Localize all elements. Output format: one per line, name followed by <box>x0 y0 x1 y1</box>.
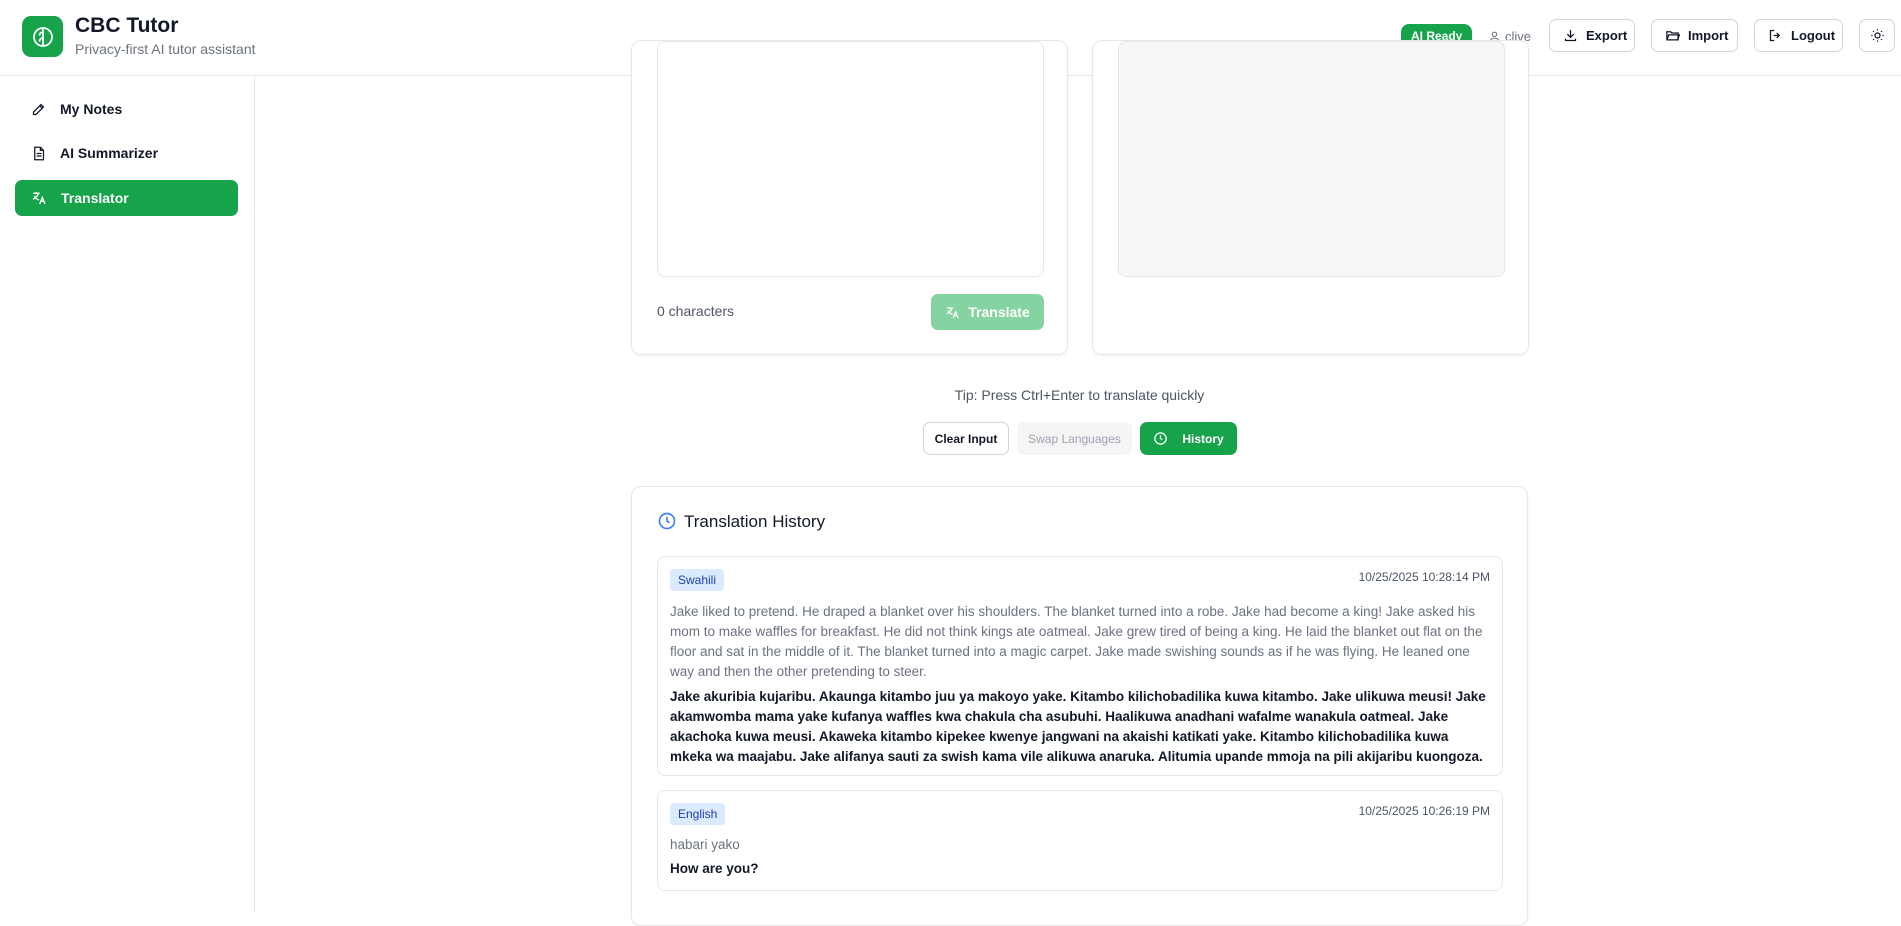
logout-icon <box>1769 29 1781 42</box>
sidebar-item-label: AI Summarizer <box>60 145 159 161</box>
history-button[interactable]: History <box>1140 422 1237 455</box>
history-source-text: Jake liked to pretend. He draped a blank… <box>670 604 1483 679</box>
sidebar-item-ai-summarizer[interactable]: AI Summarizer <box>15 135 238 171</box>
export-button[interactable]: Export <box>1549 19 1635 52</box>
pencil-icon <box>32 103 45 115</box>
swap-languages-label: Swap Languages <box>1028 431 1121 446</box>
clock-icon <box>1154 432 1168 445</box>
document-icon <box>34 146 45 160</box>
sidebar-item-my-notes[interactable]: My Notes <box>15 91 238 127</box>
folder-open-icon <box>1666 31 1680 41</box>
clear-input-label: Clear Input <box>934 431 998 446</box>
download-icon <box>1564 29 1577 42</box>
sun-icon <box>1870 29 1884 42</box>
history-source-text: habari yako <box>670 837 740 852</box>
app-title: CBC Tutor <box>75 14 179 37</box>
sidebar-item-translator[interactable]: Translator <box>15 180 238 216</box>
sidebar-item-label: Translator <box>61 190 129 206</box>
theme-toggle-button[interactable] <box>1859 19 1895 52</box>
export-label: Export <box>1586 28 1628 43</box>
keyboard-tip: Tip: Press Ctrl+Enter to translate quick… <box>954 387 1205 403</box>
translate-button[interactable]: Translate <box>931 294 1044 330</box>
history-entry[interactable]: English 10/25/2025 10:26:19 PM habari ya… <box>657 790 1503 891</box>
logout-label: Logout <box>1791 28 1836 43</box>
sidebar-item-label: My Notes <box>60 101 123 117</box>
sidebar: My Notes AI Summarizer Translator <box>0 76 255 913</box>
import-button[interactable]: Import <box>1651 19 1738 52</box>
translate-icon <box>946 306 959 318</box>
history-timestamp: 10/25/2025 10:28:14 PM <box>1358 570 1490 584</box>
input-card: 0 characters Translate <box>631 40 1068 355</box>
translation-output <box>1118 41 1505 277</box>
translate-icon <box>32 192 46 205</box>
history-title: Translation History <box>684 512 826 531</box>
history-label: History <box>1182 431 1224 446</box>
clear-input-button[interactable]: Clear Input <box>923 422 1009 455</box>
logout-button[interactable]: Logout <box>1754 19 1843 52</box>
app-subtitle: Privacy-first AI tutor assistant <box>75 41 256 57</box>
source-text-input[interactable] <box>657 41 1044 277</box>
history-translation-text: How are you? <box>670 861 759 876</box>
import-label: Import <box>1688 28 1729 43</box>
language-badge: Swahili <box>670 569 725 591</box>
language-badge: English <box>670 803 726 825</box>
translate-label: Translate <box>968 304 1030 320</box>
character-count: 0 characters <box>657 303 735 319</box>
output-card <box>1092 40 1529 355</box>
clock-icon <box>658 512 676 530</box>
history-entry[interactable]: Swahili 10/25/2025 10:28:14 PM Jake like… <box>657 556 1503 776</box>
history-translation-text: Jake akuribia kujaribu. Akaunga kitambo … <box>670 689 1486 764</box>
swap-languages-button[interactable]: Swap Languages <box>1017 422 1132 455</box>
history-timestamp: 10/25/2025 10:26:19 PM <box>1358 804 1490 818</box>
brain-logo-icon <box>22 16 63 57</box>
